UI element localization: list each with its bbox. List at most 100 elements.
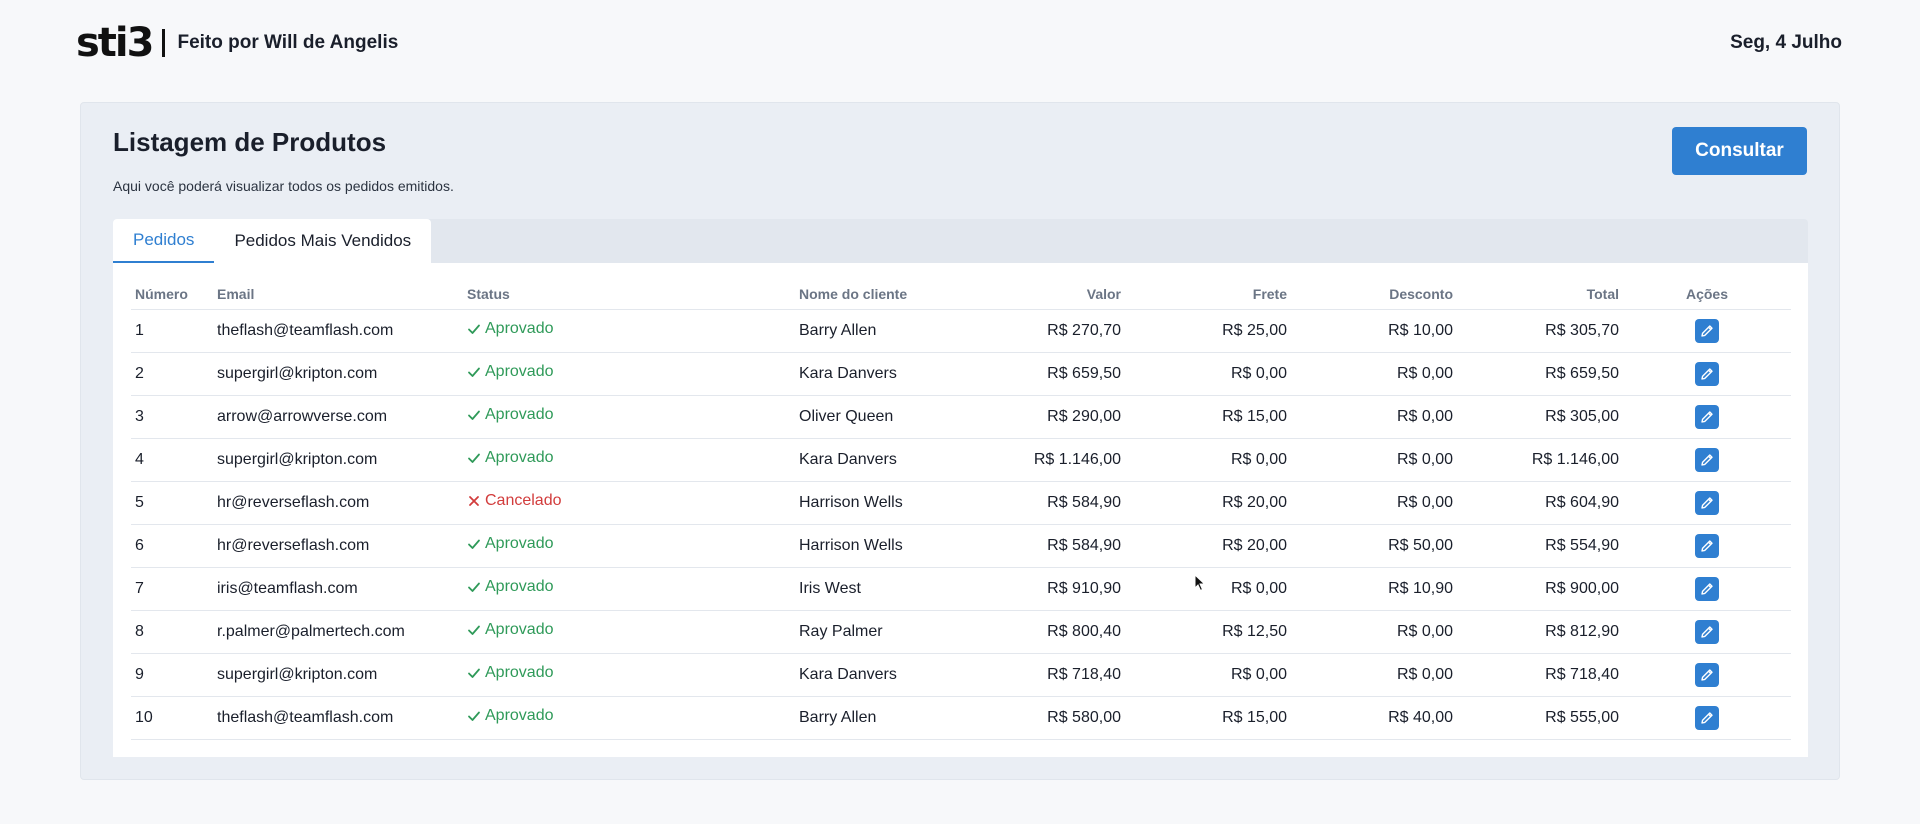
column-header-cliente[interactable]: Nome do cliente <box>795 279 965 310</box>
edit-button[interactable] <box>1695 318 1719 343</box>
cell-desconto: R$ 10,00 <box>1291 309 1457 353</box>
cell-acoes <box>1623 481 1791 525</box>
cell-status: Aprovado <box>463 653 795 697</box>
status-badge: Aprovado <box>467 320 554 338</box>
status-label: Aprovado <box>485 664 554 681</box>
cell-acoes <box>1623 524 1791 568</box>
column-header-numero[interactable]: Número <box>131 279 213 310</box>
cell-frete: R$ 15,00 <box>1125 395 1291 439</box>
tab-pedidos[interactable]: Pedidos <box>113 219 215 263</box>
table-row: 3 arrow@arrowverse.com Aprovado Oliver Quee… <box>131 395 1791 439</box>
cell-frete: R$ 0,00 <box>1125 352 1291 396</box>
check-icon <box>467 666 481 680</box>
edit-button[interactable] <box>1695 576 1719 601</box>
edit-button[interactable] <box>1695 662 1719 687</box>
cell-cliente: Harrison Wells <box>795 524 965 568</box>
mouse-pointer-icon <box>1194 574 1206 592</box>
cell-status: Aprovado <box>463 395 795 439</box>
edit-button[interactable] <box>1695 404 1719 429</box>
table-row: 2 supergirl@kripton.com Aprovado Kara Danve… <box>131 352 1791 396</box>
cell-acoes <box>1623 395 1791 439</box>
cell-valor: R$ 270,70 <box>965 309 1125 353</box>
cell-frete: R$ 20,00 <box>1125 481 1291 525</box>
cell-valor: R$ 584,90 <box>965 524 1125 568</box>
cell-valor: R$ 580,00 <box>965 696 1125 740</box>
table-row: 9 supergirl@kripton.com Aprovado Kara Danve… <box>131 653 1791 697</box>
edit-button[interactable] <box>1695 705 1719 730</box>
cell-numero: 6 <box>131 524 213 568</box>
column-header-valor[interactable]: Valor <box>965 279 1125 310</box>
cell-numero: 7 <box>131 567 213 611</box>
cell-frete: R$ 0,00 <box>1125 653 1291 697</box>
cell-email: iris@teamflash.com <box>213 567 463 611</box>
status-badge: Aprovado <box>467 621 554 639</box>
cell-desconto: R$ 10,90 <box>1291 567 1457 611</box>
current-date: Seg, 4 Julho <box>1730 32 1842 53</box>
column-header-total[interactable]: Total <box>1457 279 1623 310</box>
cell-numero: 2 <box>131 352 213 396</box>
cell-valor: R$ 659,50 <box>965 352 1125 396</box>
pencil-icon <box>1699 538 1715 554</box>
status-label: Aprovado <box>485 578 554 595</box>
cell-email: r.palmer@palmertech.com <box>213 610 463 654</box>
status-label: Aprovado <box>485 363 554 380</box>
cell-total: R$ 554,90 <box>1457 524 1623 568</box>
column-header-acoes: Ações <box>1623 279 1791 310</box>
cell-numero: 9 <box>131 653 213 697</box>
column-header-desconto[interactable]: Desconto <box>1291 279 1457 310</box>
cell-desconto: R$ 0,00 <box>1291 352 1457 396</box>
cell-numero: 8 <box>131 610 213 654</box>
cell-desconto: R$ 40,00 <box>1291 696 1457 740</box>
close-icon <box>467 494 481 508</box>
cell-valor: R$ 910,90 <box>965 567 1125 611</box>
edit-button[interactable] <box>1695 447 1719 472</box>
pencil-icon <box>1699 366 1715 382</box>
cell-desconto: R$ 0,00 <box>1291 481 1457 525</box>
cell-frete: R$ 0,00 <box>1125 567 1291 611</box>
table-row: 10 theflash@teamflash.com Aprovado Barry Al… <box>131 696 1791 740</box>
cell-frete: R$ 20,00 <box>1125 524 1291 568</box>
top-bar: sti3 Feito por Will de Angelis Seg, 4 Ju… <box>0 0 1920 86</box>
cell-valor: R$ 718,40 <box>965 653 1125 697</box>
check-icon <box>467 537 481 551</box>
cell-acoes <box>1623 696 1791 740</box>
cell-desconto: R$ 0,00 <box>1291 610 1457 654</box>
cell-frete: R$ 0,00 <box>1125 438 1291 482</box>
status-badge: Aprovado <box>467 406 554 424</box>
cell-desconto: R$ 50,00 <box>1291 524 1457 568</box>
check-icon <box>467 580 481 594</box>
edit-button[interactable] <box>1695 533 1719 558</box>
column-header-email[interactable]: Email <box>213 279 463 310</box>
column-header-status[interactable]: Status <box>463 279 795 310</box>
tab-pedidos-mais-vendidos[interactable]: Pedidos Mais Vendidos <box>214 219 432 263</box>
status-badge: Aprovado <box>467 449 554 467</box>
edit-button[interactable] <box>1695 619 1719 644</box>
cell-valor: R$ 584,90 <box>965 481 1125 525</box>
cell-status: Aprovado <box>463 352 795 396</box>
pencil-icon <box>1699 710 1715 726</box>
column-header-frete[interactable]: Frete <box>1125 279 1291 310</box>
cell-acoes <box>1623 567 1791 611</box>
cell-acoes <box>1623 653 1791 697</box>
edit-button[interactable] <box>1695 490 1719 515</box>
cell-total: R$ 812,90 <box>1457 610 1623 654</box>
cell-email: theflash@teamflash.com <box>213 696 463 740</box>
cell-status: Cancelado <box>463 481 795 525</box>
edit-button[interactable] <box>1695 361 1719 386</box>
cell-total: R$ 900,00 <box>1457 567 1623 611</box>
status-badge: Aprovado <box>467 664 554 682</box>
brand-divider <box>162 29 166 57</box>
status-badge: Aprovado <box>467 578 554 596</box>
consult-button[interactable]: Consultar <box>1672 127 1807 175</box>
cell-acoes <box>1623 610 1791 654</box>
cell-status: Aprovado <box>463 567 795 611</box>
cell-email: supergirl@kripton.com <box>213 352 463 396</box>
cell-status: Aprovado <box>463 309 795 353</box>
status-label: Cancelado <box>485 492 562 509</box>
cell-cliente: Kara Danvers <box>795 352 965 396</box>
pencil-icon <box>1699 452 1715 468</box>
check-icon <box>467 451 481 465</box>
cell-cliente: Oliver Queen <box>795 395 965 439</box>
cell-total: R$ 659,50 <box>1457 352 1623 396</box>
cell-email: hr@reverseflash.com <box>213 524 463 568</box>
